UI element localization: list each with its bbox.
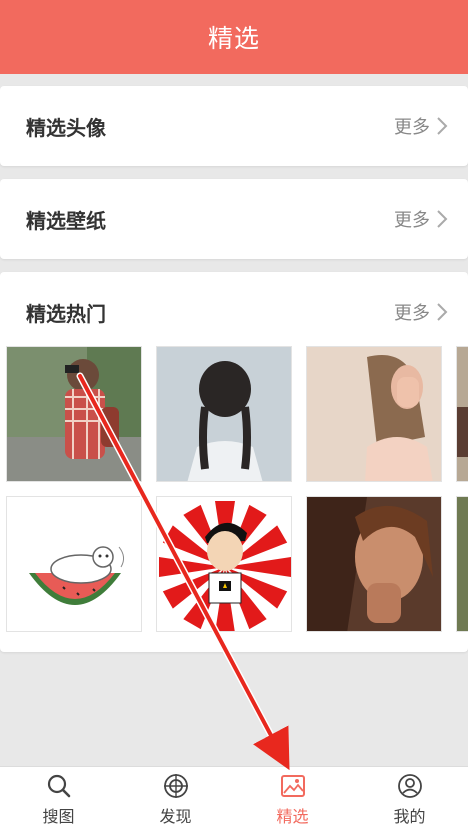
bottom-tab-bar: 搜图 发现 精选 我的 — [0, 766, 468, 833]
section-wallpapers[interactable]: 精选壁纸 更多 — [0, 179, 468, 259]
more-link[interactable]: 更多 — [394, 113, 448, 139]
chevron-right-icon — [437, 210, 448, 228]
target-icon — [163, 774, 188, 798]
page-title: 精选 — [207, 24, 260, 53]
image-icon — [280, 775, 305, 797]
hot-image-grid — [0, 346, 468, 636]
page-header: 精选 — [0, 0, 468, 74]
tab-label: 搜图 — [42, 807, 75, 826]
section-title: 精选热门 — [26, 301, 106, 326]
more-label: 更多 — [394, 303, 430, 324]
tab-search[interactable]: 搜图 — [0, 767, 117, 833]
partial-photo-edge[interactable] — [456, 346, 468, 482]
more-label: 更多 — [394, 210, 430, 231]
cat-in-watermelon-drawing[interactable] — [6, 496, 142, 632]
tab-label: 发现 — [159, 807, 192, 826]
section-hot: 精选热门 更多 — [0, 272, 468, 652]
more-link[interactable]: 更多 — [394, 206, 448, 232]
search-icon — [47, 774, 70, 798]
boy-sunburst-cartoon[interactable] — [156, 496, 292, 632]
more-link[interactable]: 更多 — [394, 299, 448, 325]
section-avatars[interactable]: 精选头像 更多 — [0, 86, 468, 166]
partial-photo-edge[interactable] — [456, 496, 468, 632]
girl-braids-back-photo[interactable] — [156, 346, 292, 482]
girl-with-camera-photo[interactable] — [6, 346, 142, 482]
more-label: 更多 — [394, 117, 430, 138]
section-title: 精选壁纸 — [26, 208, 106, 233]
tab-label: 精选 — [276, 807, 309, 826]
tab-mine[interactable]: 我的 — [351, 767, 468, 833]
section-title: 精选头像 — [26, 115, 106, 140]
chevron-right-icon — [437, 303, 448, 321]
chevron-right-icon — [437, 117, 448, 135]
girl-covering-face-photo[interactable] — [306, 346, 442, 482]
woman-portrait-photo[interactable] — [306, 496, 442, 632]
tab-discover[interactable]: 发现 — [117, 767, 234, 833]
tab-featured[interactable]: 精选 — [234, 767, 351, 833]
user-icon — [397, 774, 422, 798]
tab-label: 我的 — [393, 807, 426, 826]
